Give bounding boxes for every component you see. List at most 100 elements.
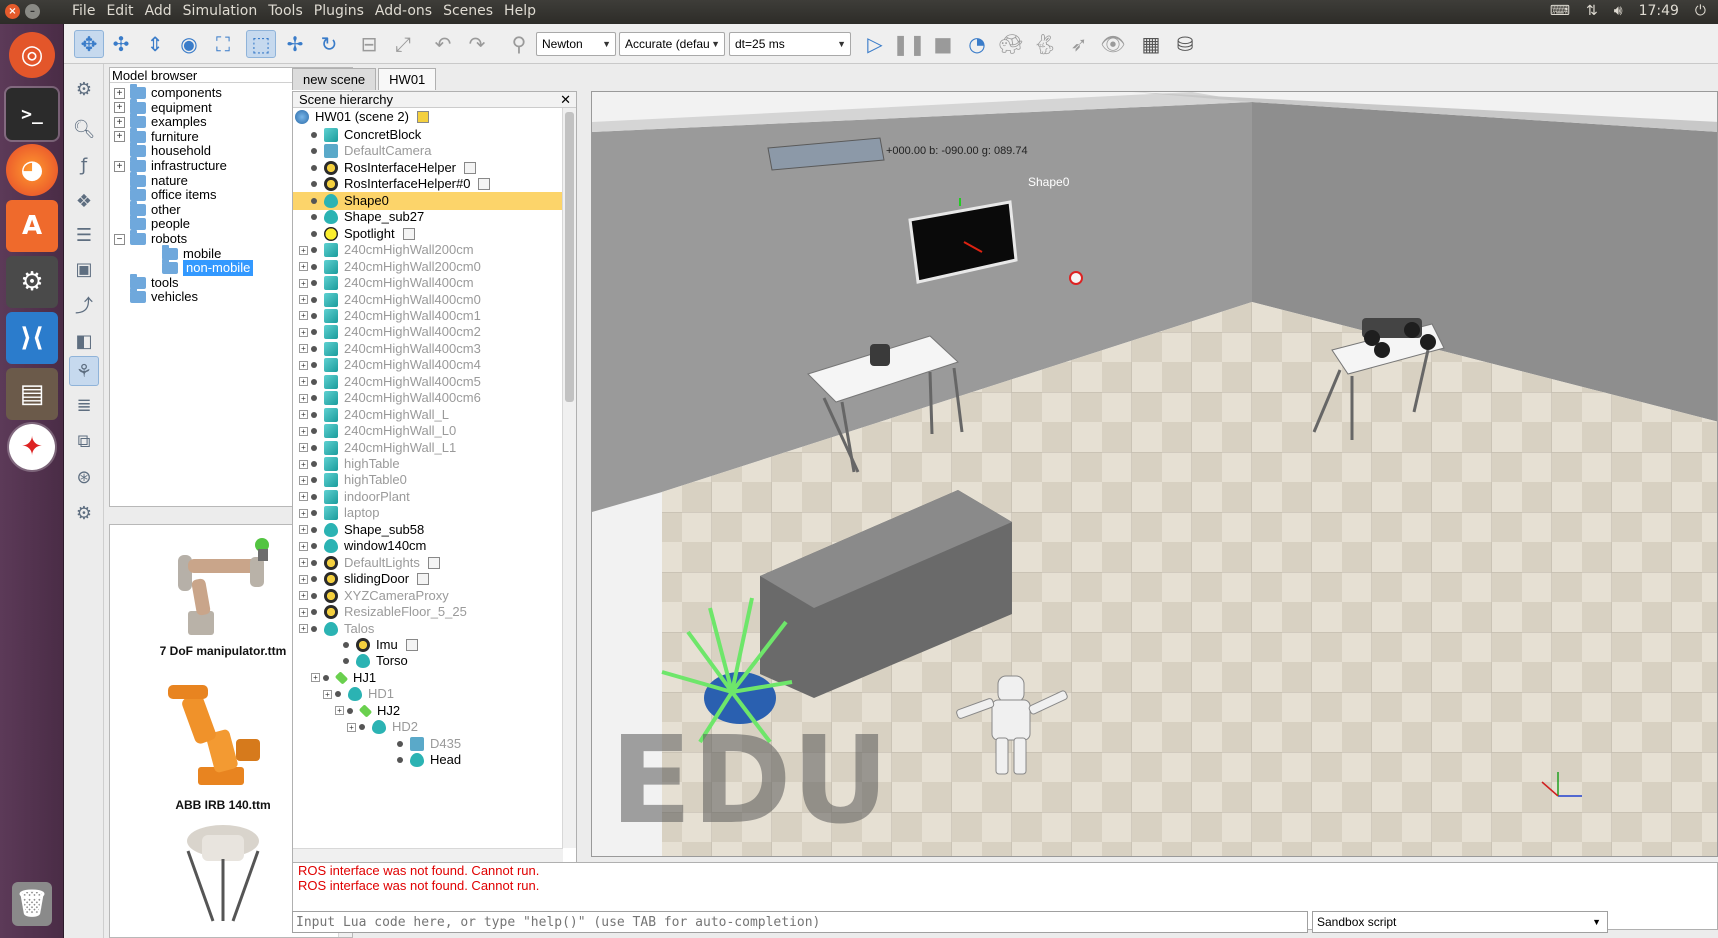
network-icon[interactable]: ⇅: [1586, 3, 1598, 19]
pause-simulation-icon[interactable]: ❚❚: [892, 30, 926, 58]
close-icon[interactable]: ✕: [560, 92, 571, 107]
hierarchy-item[interactable]: +Imu: [293, 636, 563, 654]
slower-icon[interactable]: 🐢︎: [996, 30, 1026, 58]
hierarchy-item[interactable]: +Shape_sub27: [293, 208, 563, 226]
expand-toggle[interactable]: +: [114, 160, 125, 172]
script-icon[interactable]: [478, 178, 491, 191]
expand-toggle[interactable]: +: [299, 410, 308, 420]
system-settings-icon[interactable]: ⚙: [6, 256, 58, 308]
expand-toggle[interactable]: +: [299, 607, 308, 617]
user-settings-icon[interactable]: ⚙: [69, 498, 99, 528]
tab-hw01[interactable]: HW01: [378, 68, 437, 90]
expand-toggle[interactable]: +: [299, 311, 308, 321]
menu-add[interactable]: Add: [145, 3, 172, 19]
hierarchy-item[interactable]: + ResizableFloor_5_25: [293, 603, 563, 621]
expand-toggle[interactable]: +: [311, 673, 320, 683]
hierarchy-item[interactable]: +D435: [293, 735, 563, 753]
expand-toggle[interactable]: +: [299, 393, 308, 403]
expand-toggle[interactable]: +: [299, 245, 308, 255]
paths-icon[interactable]: ⤴: [69, 290, 99, 320]
model-folder-robots[interactable]: − robots: [114, 230, 187, 247]
hierarchy-vertical-scrollbar[interactable]: [562, 108, 576, 848]
expand-toggle[interactable]: +: [299, 344, 308, 354]
expand-toggle[interactable]: +: [335, 706, 344, 716]
expand-toggle[interactable]: +: [299, 262, 308, 272]
scene-root[interactable]: HW01 (scene 2): [295, 108, 565, 126]
hierarchy-item[interactable]: +240cmHighWall400cm5: [293, 373, 563, 391]
close-window-button[interactable]: ×: [5, 4, 20, 19]
hierarchy-item[interactable]: +240cmHighWall_L: [293, 406, 563, 424]
selection-icon[interactable]: 🔍︎: [69, 114, 99, 144]
hierarchy-horizontal-scrollbar[interactable]: [293, 848, 563, 862]
hierarchy-item[interactable]: + HD1: [293, 685, 563, 703]
timestep-select[interactable]: dt=25 ms ▼: [729, 32, 851, 56]
expand-toggle[interactable]: +: [323, 689, 332, 699]
expand-toggle[interactable]: +: [299, 591, 308, 601]
keyboard-icon[interactable]: ⌨: [1550, 3, 1570, 19]
hierarchy-item[interactable]: +240cmHighWall400cm2: [293, 323, 563, 341]
model-folder-household[interactable]: household: [114, 142, 211, 159]
files-icon[interactable]: ▤: [6, 368, 58, 420]
hierarchy-item[interactable]: +Spotlight: [293, 225, 563, 243]
hierarchy-item[interactable]: +240cmHighWall_L1: [293, 439, 563, 457]
model-folder-vehicles[interactable]: vehicles: [114, 288, 198, 305]
expand-toggle[interactable]: +: [299, 525, 308, 535]
assemble-icon[interactable]: ⊟: [354, 30, 384, 58]
menu-file[interactable]: File: [72, 3, 95, 19]
tab-new-scene[interactable]: new scene: [292, 68, 377, 90]
vscode-icon[interactable]: ⟩⟨: [6, 312, 58, 364]
terminal-icon[interactable]: >_: [4, 86, 60, 142]
script-icon[interactable]: [464, 161, 476, 174]
hierarchy-item[interactable]: +240cmHighWall400cm3: [293, 340, 563, 358]
hierarchy-item[interactable]: + HD2: [293, 718, 563, 736]
hierarchy-item[interactable]: +Torso: [293, 652, 563, 670]
layers-icon[interactable]: ◧: [69, 326, 99, 356]
expand-toggle[interactable]: +: [299, 295, 308, 304]
hierarchy-item[interactable]: +RosInterfaceHelper: [293, 159, 563, 177]
model-folder-non-mobile[interactable]: non-mobile: [146, 259, 254, 277]
minimize-window-button[interactable]: –: [25, 4, 40, 19]
expand-toggle[interactable]: +: [114, 116, 125, 128]
hierarchy-item[interactable]: +240cmHighWall400cm0: [293, 291, 563, 309]
model-folder-other[interactable]: other: [114, 200, 181, 218]
camera-shift-icon[interactable]: ⇕: [140, 30, 170, 58]
faster-icon[interactable]: 🐇︎: [1030, 30, 1060, 58]
hierarchy-item[interactable]: + laptop: [293, 504, 563, 522]
physics-engine-select[interactable]: Newton ▼: [536, 32, 616, 56]
ubuntu-dash-icon[interactable]: ◎: [9, 32, 55, 78]
hierarchy-item[interactable]: +240cmHighWall200cm0: [293, 258, 563, 276]
model-browser-toggle-icon[interactable]: ⛁: [1170, 30, 1200, 58]
lua-command-input[interactable]: [292, 911, 1308, 933]
hierarchy-item[interactable]: +240cmHighWall400cm6: [293, 389, 563, 407]
expand-toggle[interactable]: −: [114, 233, 125, 245]
hierarchy-item[interactable]: +240cmHighWall400cm4: [293, 356, 563, 374]
thread-rendering-icon[interactable]: ➶: [1064, 30, 1094, 58]
script-icon[interactable]: [405, 638, 418, 651]
collections-icon[interactable]: ❖: [69, 186, 99, 216]
menu-plugins[interactable]: Plugins: [314, 3, 364, 19]
hierarchy-item[interactable]: + HJ1: [293, 669, 563, 687]
hierarchy-item[interactable]: +Head: [293, 751, 563, 769]
expand-toggle[interactable]: +: [347, 722, 356, 732]
hierarchy-item[interactable]: +Shape0: [293, 191, 563, 210]
hierarchy-item[interactable]: + window140cm: [293, 537, 563, 555]
expand-toggle[interactable]: +: [299, 278, 308, 288]
script-icon[interactable]: [402, 227, 415, 240]
start-simulation-icon[interactable]: ▷: [860, 30, 890, 58]
hierarchy-item[interactable]: + DefaultLights: [293, 554, 563, 572]
script-icon[interactable]: [427, 556, 440, 569]
video-recorder-icon[interactable]: ⊛: [69, 462, 99, 492]
hierarchy-item[interactable]: +240cmHighWall200cm: [293, 241, 563, 259]
expand-toggle[interactable]: +: [299, 459, 308, 469]
hierarchy-item[interactable]: +240cmHighWall_L0: [293, 422, 563, 440]
simulation-settings-icon[interactable]: ⚙: [69, 74, 99, 104]
expand-toggle[interactable]: +: [299, 558, 308, 568]
menu-help[interactable]: Help: [504, 3, 536, 19]
hierarchy-item[interactable]: + Talos: [293, 620, 563, 638]
model-folder-examples[interactable]: + examples: [114, 113, 207, 130]
menu-tools[interactable]: Tools: [268, 3, 303, 19]
expand-toggle[interactable]: +: [299, 443, 308, 453]
expand-toggle[interactable]: +: [299, 360, 308, 370]
model-browser-icon[interactable]: ⚘: [69, 356, 99, 386]
model-folder-equipment[interactable]: + equipment: [114, 98, 212, 116]
